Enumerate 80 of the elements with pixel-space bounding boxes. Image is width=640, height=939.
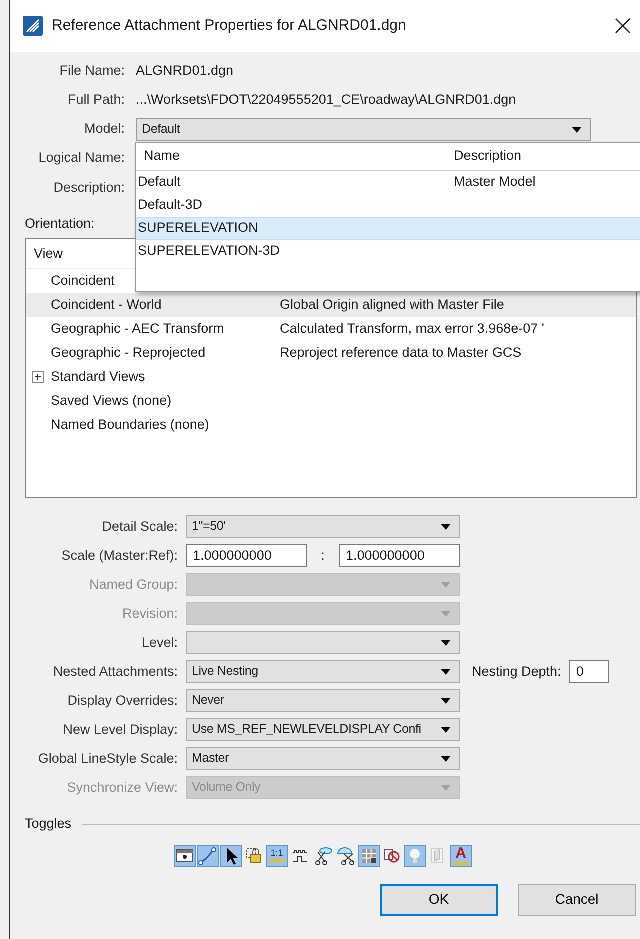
caret-icon: [441, 668, 451, 675]
scissors-icon: [336, 846, 356, 866]
model-option[interactable]: Default Master Model: [136, 171, 640, 194]
model-option[interactable]: SUPERELEVATION: [136, 217, 640, 240]
polyline-toggle[interactable]: [197, 844, 219, 866]
field-label: New Level Display:: [62, 720, 179, 739]
number-field[interactable]: 1.000000000: [186, 544, 307, 568]
field-label: Display Overrides:: [66, 692, 179, 710]
view-name: Named Boundaries (none): [51, 416, 210, 434]
dropdown[interactable]: Default: [136, 118, 591, 141]
orientation-label: Orientation:: [25, 216, 95, 231]
window-title: Reference Attachment Properties for ALGNRD01.dgn: [52, 16, 406, 36]
grid-toggle[interactable]: [358, 844, 380, 866]
file-name-value: ALGNRD01.dgn: [136, 62, 234, 80]
field-label: Revision:: [121, 604, 179, 623]
light-bulb-toggle[interactable]: [404, 844, 426, 866]
dropdown[interactable]: Use MS_REF_NEWLEVELDISPLAY Confi: [186, 718, 460, 742]
dropdown[interactable]: Live Nesting: [186, 660, 460, 684]
number-field[interactable]: 1.000000000: [339, 544, 460, 568]
list-row[interactable]: Saved Views (none): [26, 389, 636, 414]
caret-icon: [441, 582, 451, 588]
field-label: Level:: [140, 634, 179, 652]
view-name: Saved Views (none): [51, 392, 172, 410]
ruler-toggle[interactable]: 1:1: [266, 844, 288, 866]
model-option[interactable]: SUPERELEVATION-3D: [136, 240, 640, 263]
caret-icon: [441, 784, 451, 791]
ok-button[interactable]: OK: [380, 884, 498, 916]
padlock-icon: [244, 846, 264, 866]
field-label: Named Group:: [88, 576, 179, 594]
cancel-button[interactable]: Cancel: [518, 884, 636, 916]
section-label: Toggles: [25, 815, 72, 834]
field-label: Global LineStyle Scale:: [37, 750, 179, 768]
field-label: Nesting Depth:: [472, 662, 562, 681]
view-description: Global Origin aligned with Master File: [280, 296, 504, 314]
caret-icon: [441, 640, 451, 646]
window-dot-toggle[interactable]: [174, 844, 196, 866]
caret-icon: [441, 524, 451, 530]
caret-icon: [441, 726, 451, 733]
full-path-value: ...\Worksets\FDOT\22049555201_CE\roadway\ALGNRD01.dgn: [136, 91, 516, 110]
caret-icon: [572, 126, 582, 132]
expand-icon[interactable]: [32, 371, 44, 384]
polyline-icon: [198, 846, 218, 866]
view-name: Coincident - World: [51, 296, 162, 314]
view-name: Geographic - AEC Transform: [51, 320, 224, 338]
field-label: Full Path:: [66, 91, 126, 110]
field-label: Nested Attachments:: [52, 662, 179, 681]
field-label: Description:: [52, 179, 126, 198]
field-label: Detail Scale:: [101, 518, 179, 536]
field-label: File Name:: [58, 62, 126, 80]
view-description: Calculated Transform, max error 3.968e-07 ': [280, 320, 544, 338]
column-header: Name: [143, 147, 182, 166]
dropdown[interactable]: Master: [186, 747, 460, 770]
list-row[interactable]: Named Boundaries (none): [26, 413, 636, 438]
field-label: Synchronize View:: [66, 778, 179, 797]
model-option[interactable]: Default-3D: [136, 194, 640, 217]
field-label: Logical Name:: [38, 149, 126, 168]
list-row[interactable]: Geographic - Reprojected Reproject reference data to Master GCS: [26, 341, 636, 366]
number-field[interactable]: 0: [569, 660, 610, 684]
list-row[interactable]: Standard Views: [26, 365, 636, 390]
close-icon: [615, 18, 631, 34]
ratio-separator: :: [320, 546, 326, 565]
caret-icon: [441, 698, 451, 704]
scissors-icon: [313, 846, 333, 866]
dropdown[interactable]: 1"=50': [186, 515, 460, 538]
view-name: Geographic - Reprojected: [51, 344, 206, 362]
app-logo-icon: [22, 15, 44, 37]
field-label: Model:: [83, 120, 126, 138]
view-description: Reproject reference data to Master GCS: [280, 344, 522, 362]
view-name: Standard Views: [51, 368, 146, 386]
dropdown[interactable]: Never: [186, 689, 460, 712]
pointer-toggle[interactable]: [220, 844, 242, 866]
list-row[interactable]: Geographic - AEC Transform Calculated Transform, max error 3.968e-07 ': [26, 317, 636, 342]
caret-icon: [441, 756, 451, 762]
caret-icon: [441, 610, 451, 617]
column-header: View: [34, 244, 64, 263]
list-row[interactable]: Coincident - World Global Origin aligned with Master File: [26, 293, 636, 318]
view-name: Coincident: [51, 272, 115, 290]
scissors-toggle[interactable]: [335, 844, 357, 866]
field-label: Scale (Master:Ref):: [60, 546, 179, 565]
column-header: Description: [454, 147, 522, 166]
